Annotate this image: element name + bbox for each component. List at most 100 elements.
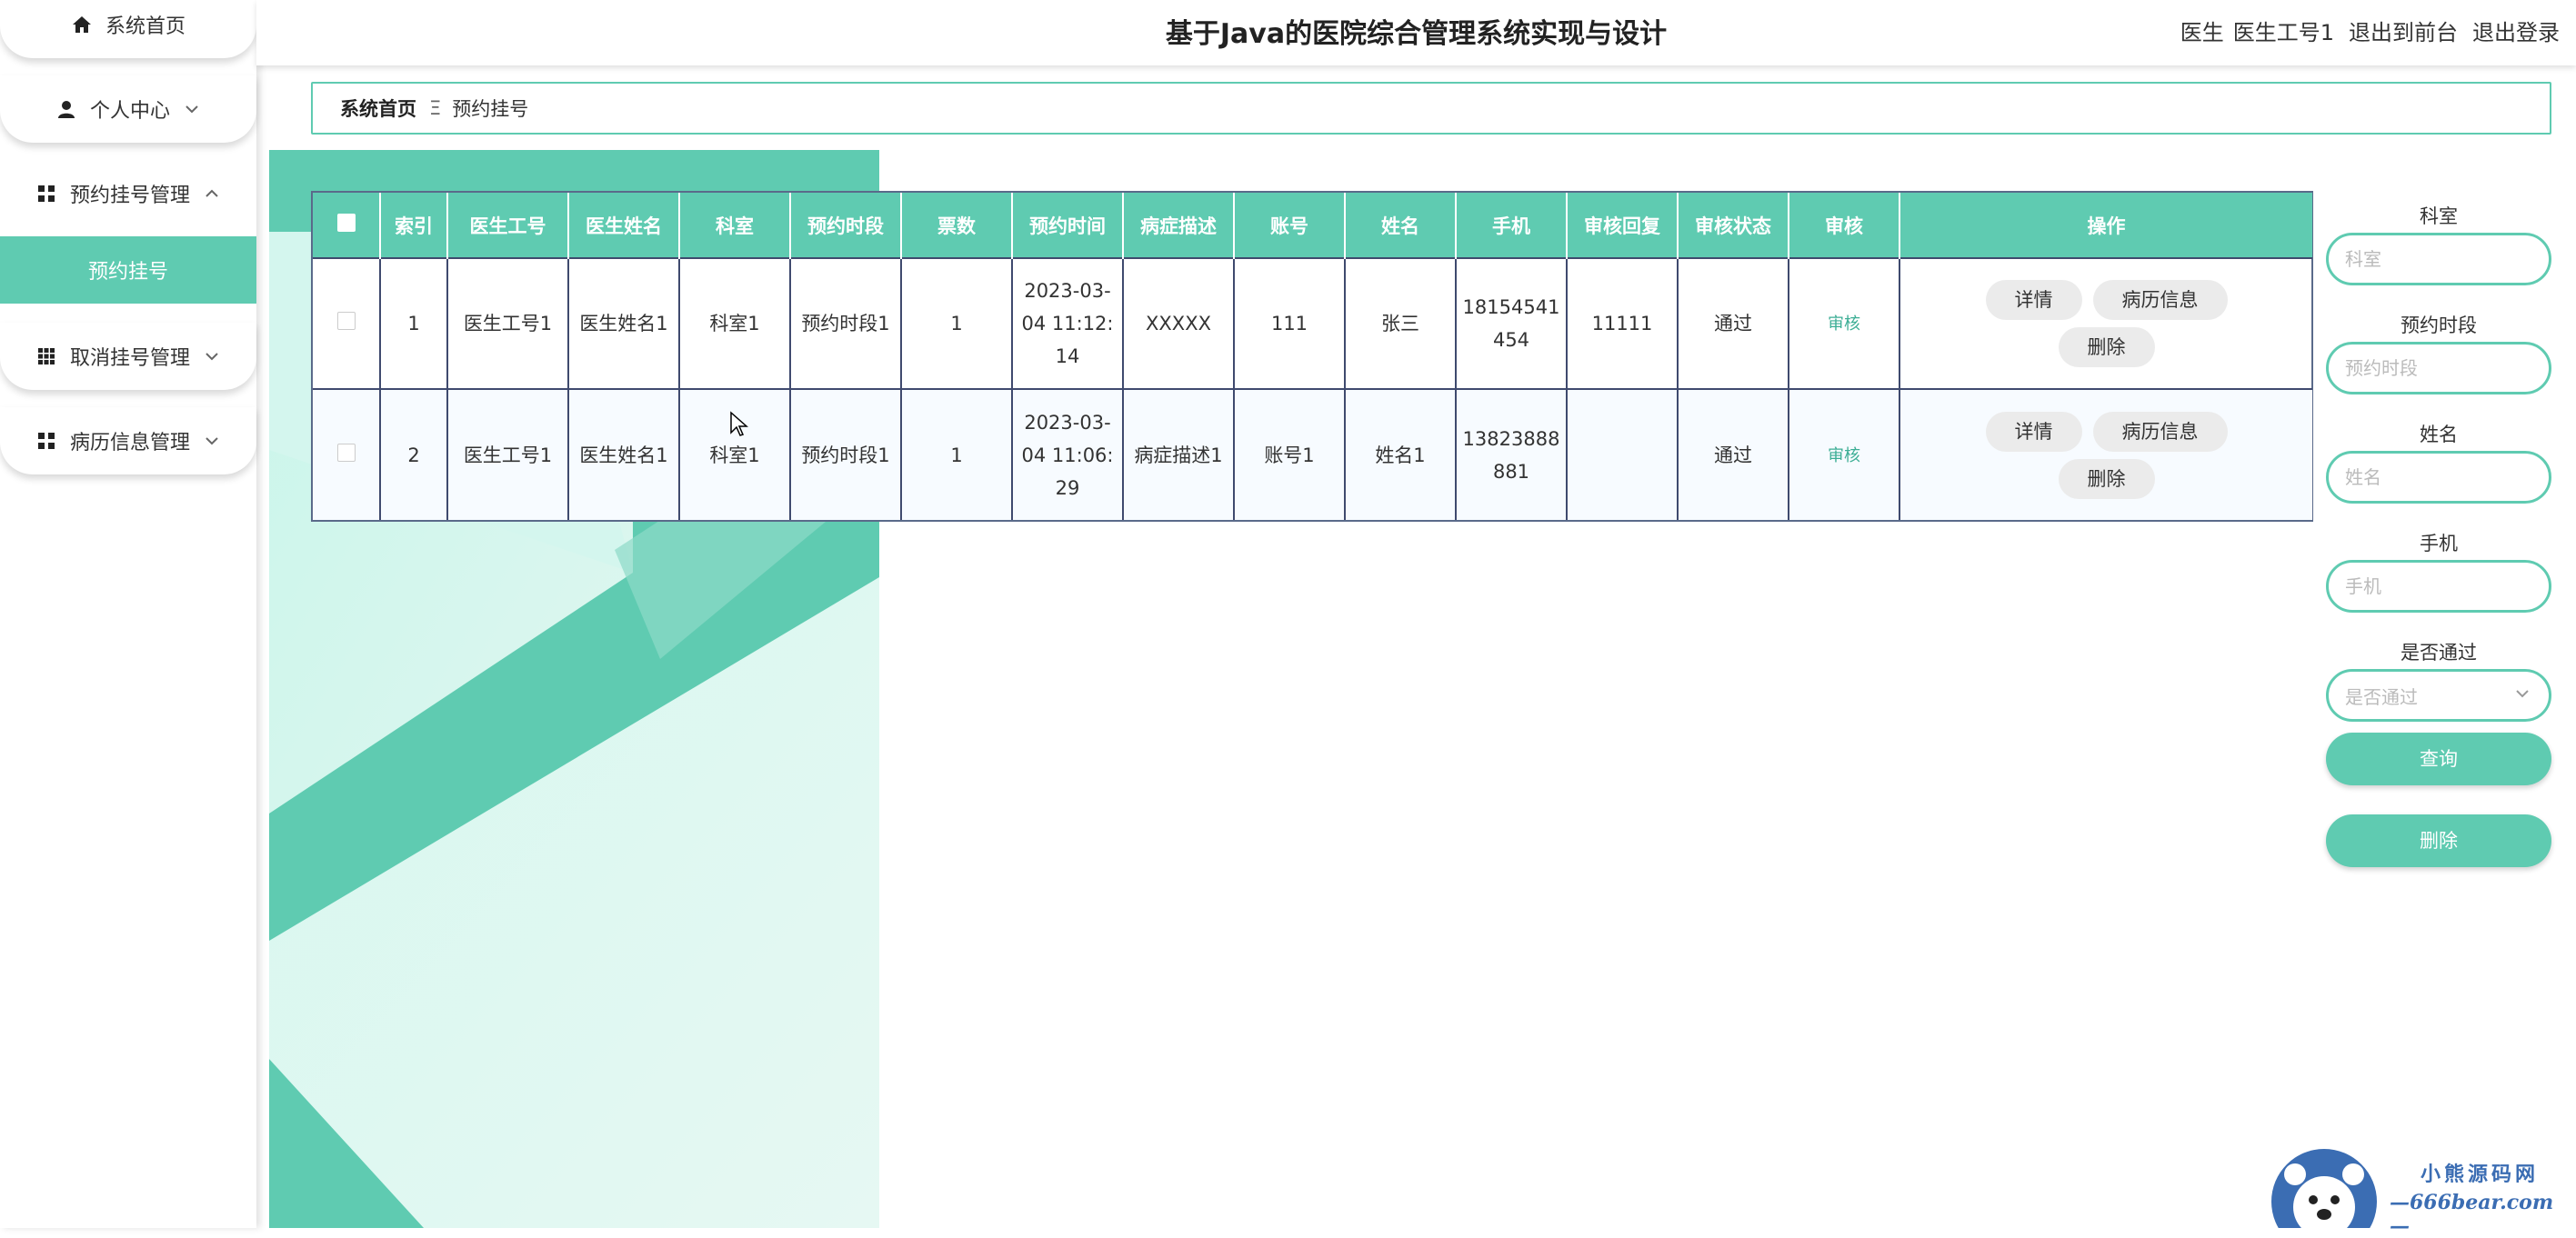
row-select-cell[interactable] (313, 388, 381, 520)
watermark-line2: —666bear.com— (2390, 1191, 2554, 1238)
sidebar-item-record-mgmt[interactable]: 病历信息管理 (0, 407, 256, 474)
grid-icon (35, 183, 57, 205)
breadcrumb: 系统首页 Ξ 预约挂号 (311, 82, 2551, 135)
user-icon (55, 98, 77, 120)
sidebar-item-cancel-mgmt[interactable]: 取消挂号管理 (0, 323, 256, 390)
sidebar-item-label: 系统首页 (105, 15, 185, 38)
cell-status: 通过 (1678, 257, 1789, 389)
column-header: 科室 (679, 193, 791, 258)
column-header: 账号 (1234, 193, 1346, 258)
audit-link[interactable]: 审核 (1828, 314, 1860, 334)
grid-icon (35, 430, 57, 452)
delete-row-button[interactable]: 删除 (2058, 327, 2155, 367)
cell-index: 1 (380, 257, 448, 389)
chevron-down-icon (183, 100, 201, 118)
cell-phone: 18154541454 (1456, 257, 1568, 389)
cell-doctor-name: 医生姓名1 (568, 257, 680, 389)
column-header: 操作 (1899, 193, 2312, 258)
cell-dept: 科室1 (679, 257, 791, 389)
cell-reply (1567, 388, 1679, 520)
column-header: 索引 (380, 193, 448, 258)
chevron-down-icon (203, 432, 221, 450)
audit-link[interactable]: 审核 (1828, 446, 1860, 465)
cell-index: 2 (380, 388, 448, 520)
select-all-checkbox[interactable] (336, 214, 356, 232)
sidebar-subitem-appointment[interactable]: 预约挂号 (0, 236, 256, 304)
row-checkbox[interactable] (336, 312, 356, 330)
sidebar: 系统首页 个人中心 预约挂号管理 预约挂号 取消挂号管理 病历信息管理 (0, 0, 256, 1228)
medical-record-button[interactable]: 病历信息 (2092, 280, 2228, 320)
table-header-row: 索引 医生工号 医生姓名 科室 预约时段 票数 预约时间 病症描述 账号 姓名 … (313, 193, 2312, 258)
grid-icon (35, 345, 57, 367)
select-all-cell[interactable] (313, 193, 381, 258)
column-header: 预约时间 (1012, 193, 1124, 258)
sidebar-item-label: 取消挂号管理 (69, 347, 190, 370)
slot-input[interactable] (2326, 342, 2551, 394)
breadcrumb-home[interactable]: 系统首页 (340, 95, 416, 122)
front-link[interactable]: 退出到前台 (2349, 15, 2458, 46)
slot-label: 预约时段 (2401, 314, 2477, 336)
logout-link[interactable]: 退出登录 (2472, 15, 2560, 46)
cell-actions: 详情 病历信息 删除 (1899, 388, 2312, 520)
cell-status: 通过 (1678, 388, 1789, 520)
sidebar-item-label: 病历信息管理 (69, 432, 190, 454)
appointment-table: 索引 医生工号 医生姓名 科室 预约时段 票数 预约时间 病症描述 账号 姓名 … (311, 191, 2313, 522)
cell-doctor-no: 医生工号1 (447, 388, 569, 520)
column-header: 审核 (1789, 193, 1900, 258)
cell-audit: 审核 (1789, 257, 1900, 389)
medical-record-button[interactable]: 病历信息 (2092, 411, 2228, 452)
user-role: 医生 (2180, 20, 2224, 45)
header-user-area: 医生 医生工号1 退出到前台 退出登录 (2180, 15, 2560, 46)
cell-reply: 11111 (1567, 257, 1679, 389)
cell-account: 111 (1234, 257, 1346, 389)
cell-phone: 13823888881 (1456, 388, 1568, 520)
sidebar-item-home[interactable]: 系统首页 (0, 0, 256, 58)
chevron-down-icon (2514, 684, 2531, 706)
bear-logo-icon (2271, 1149, 2377, 1238)
top-header: 基于Java的医院综合管理系统实现与设计 医生 医生工号1 退出到前台 退出登录 (256, 0, 2576, 65)
home-icon (71, 14, 93, 35)
dept-input[interactable] (2326, 233, 2551, 285)
batch-delete-button[interactable]: 删除 (2326, 814, 2551, 867)
column-header: 预约时段 (790, 193, 902, 258)
column-header: 审核状态 (1678, 193, 1789, 258)
detail-button[interactable]: 详情 (1985, 280, 2082, 320)
row-select-cell[interactable] (313, 257, 381, 389)
sidebar-item-label: 预约挂号管理 (69, 185, 190, 207)
detail-button[interactable]: 详情 (1985, 411, 2082, 452)
delete-row-button[interactable]: 删除 (2058, 458, 2155, 499)
sidebar-item-label: 个人中心 (89, 100, 170, 123)
cell-dept: 科室1 (679, 388, 791, 520)
cell-symptom: XXXXX (1123, 257, 1235, 389)
dept-label: 科室 (2420, 205, 2458, 227)
search-button[interactable]: 查询 (2326, 733, 2551, 785)
row-checkbox[interactable] (336, 443, 356, 462)
filter-panel: 科室 预约时段 姓名 手机 是否通过 是否通过 查询 删除 (2326, 200, 2551, 867)
phone-input[interactable] (2326, 560, 2551, 613)
passed-select-placeholder: 是否通过 (2345, 685, 2418, 708)
sidebar-item-appointment-mgmt[interactable]: 预约挂号管理 (0, 160, 256, 227)
passed-label: 是否通过 (2401, 642, 2477, 664)
table-row: 1 医生工号1 医生姓名1 科室1 预约时段1 1 2023-03-04 11:… (313, 257, 2312, 389)
breadcrumb-separator: Ξ (429, 97, 442, 119)
chevron-down-icon (203, 347, 221, 365)
table-row: 2 医生工号1 医生姓名1 科室1 预约时段1 1 2023-03-04 11:… (313, 388, 2312, 520)
sidebar-item-profile[interactable]: 个人中心 (0, 75, 256, 143)
cell-name: 姓名1 (1345, 388, 1457, 520)
cell-audit: 审核 (1789, 388, 1900, 520)
phone-label: 手机 (2420, 533, 2458, 554)
name-input[interactable] (2326, 451, 2551, 504)
column-header: 手机 (1456, 193, 1568, 258)
column-header: 审核回复 (1567, 193, 1679, 258)
column-header: 票数 (901, 193, 1013, 258)
cell-tickets: 1 (901, 388, 1013, 520)
cell-doctor-name: 医生姓名1 (568, 388, 680, 520)
column-header: 姓名 (1345, 193, 1457, 258)
passed-select[interactable]: 是否通过 (2326, 669, 2551, 722)
user-name: 医生工号1 (2232, 20, 2334, 45)
cell-slot: 预约时段1 (790, 257, 902, 389)
cell-doctor-no: 医生工号1 (447, 257, 569, 389)
cell-time: 2023-03-04 11:12:14 (1012, 257, 1124, 389)
cell-time: 2023-03-04 11:06:29 (1012, 388, 1124, 520)
mouse-cursor-icon (730, 411, 748, 436)
